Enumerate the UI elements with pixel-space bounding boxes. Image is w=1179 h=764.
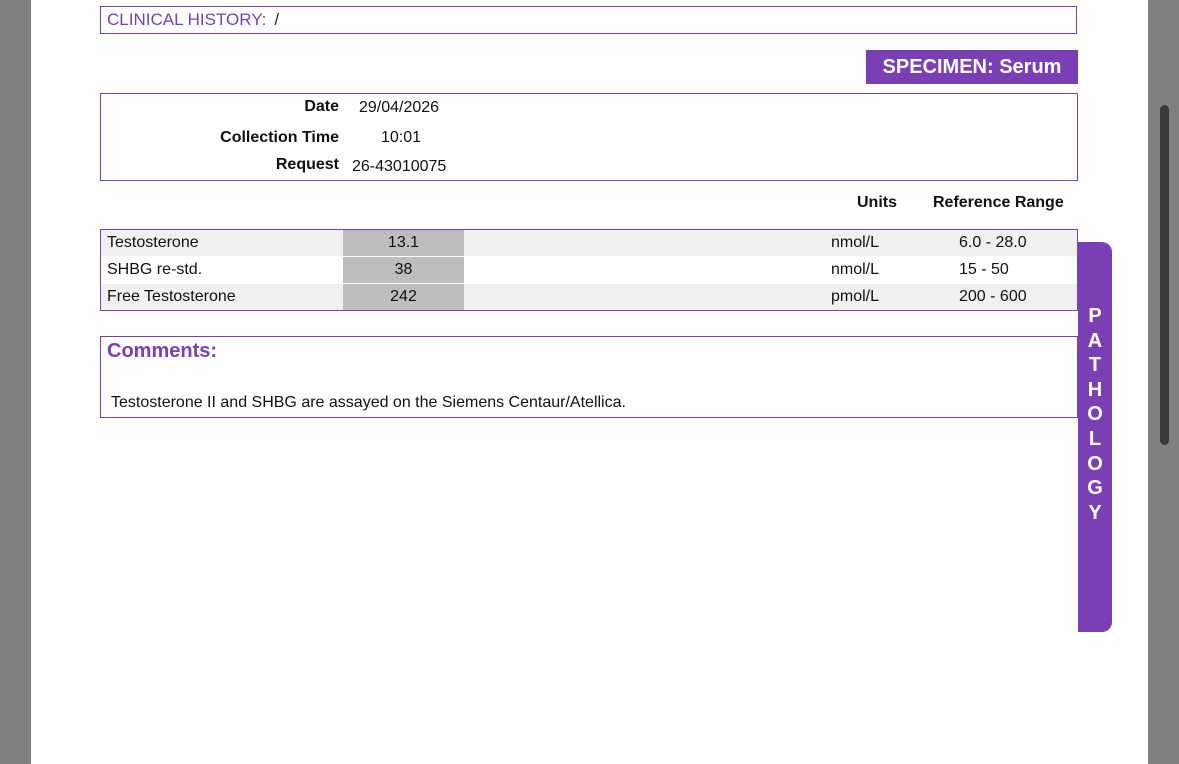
specimen-badge: SPECIMEN: Serum (866, 50, 1078, 84)
request-label: Request (275, 156, 339, 173)
test-value: 13.1 (343, 230, 464, 256)
test-value: 242 (343, 284, 464, 310)
pathology-side-tab-label: P A T H O L O G Y (1078, 304, 1112, 525)
side-tab-letter: Y (1088, 501, 1102, 524)
side-tab-letter: A (1087, 329, 1103, 352)
side-tab-letter: L (1088, 427, 1102, 450)
test-reference-range: 15 - 50 (959, 261, 1009, 278)
side-tab-letter: P (1088, 305, 1102, 327)
date-label: Date (304, 98, 339, 115)
comments-box: Comments: Testosterone II and SHBG are a… (100, 336, 1078, 418)
test-name: SHBG re-std. (107, 261, 203, 278)
side-tab-letter: O (1087, 403, 1103, 426)
side-tab-letter: O (1087, 452, 1103, 475)
side-tab-letter: G (1087, 477, 1103, 500)
test-name: Testosterone (107, 234, 199, 251)
table-row: Testosterone 13.1 nmol/L 6.0 - 28.0 (101, 230, 1077, 256)
test-units: nmol/L (831, 261, 880, 278)
collection-time-label: Collection Time (220, 129, 339, 146)
test-value: 38 (343, 257, 464, 283)
clinical-history-box: CLINICAL HISTORY: / (100, 6, 1077, 34)
collection-time-value: 10:01 (381, 129, 422, 146)
side-tab-letter: T (1088, 354, 1102, 377)
test-units: nmol/L (831, 234, 880, 251)
test-reference-range: 6.0 - 28.0 (959, 234, 1027, 251)
request-info-box: Date 29/04/2026 Collection Time 10:01 Re… (100, 93, 1078, 181)
document-viewer: CLINICAL HISTORY: / SPECIMEN: Serum Date … (0, 0, 1179, 764)
results-table: Testosterone 13.1 nmol/L 6.0 - 28.0 SHBG… (100, 229, 1078, 311)
request-value: 26-43010075 (352, 158, 447, 175)
test-units: pmol/L (831, 288, 880, 305)
reference-range-header: Reference Range (933, 194, 1064, 211)
scrollbar-thumb[interactable] (1160, 105, 1169, 445)
test-name: Free Testosterone (107, 288, 236, 305)
comments-text: Testosterone II and SHBG are assayed on … (111, 394, 626, 411)
test-reference-range: 200 - 600 (959, 288, 1027, 305)
clinical-history-value: / (274, 10, 280, 29)
comments-title: Comments: (107, 340, 218, 362)
side-tab-letter: H (1087, 378, 1103, 401)
units-header: Units (857, 194, 897, 211)
clinical-history-label: CLINICAL HISTORY: (107, 10, 267, 29)
date-value: 29/04/2026 (359, 99, 440, 116)
table-row: SHBG re-std. 38 nmol/L 15 - 50 (101, 257, 1077, 283)
table-row: Free Testosterone 242 pmol/L 200 - 600 (101, 284, 1077, 310)
pathology-side-tab: P A T H O L O G Y (1078, 242, 1112, 632)
